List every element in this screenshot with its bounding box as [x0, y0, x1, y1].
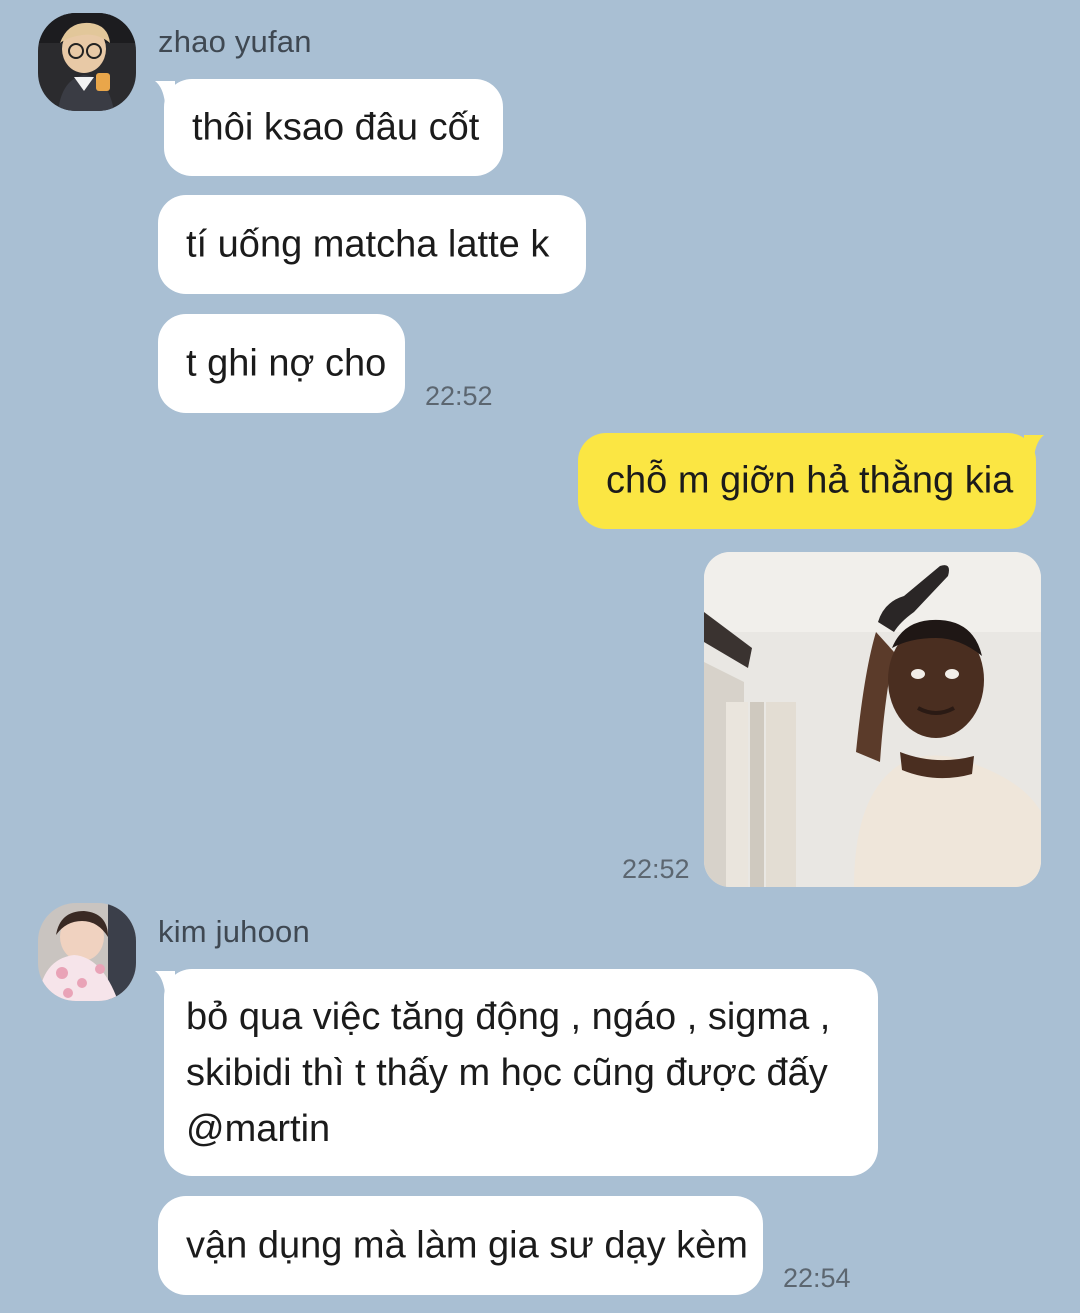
avatar-kim-juhoon[interactable]	[38, 903, 136, 1001]
message-timestamp: 22:54	[783, 1263, 851, 1293]
message-bubble[interactable]: thôi ksao đâu cốt	[155, 79, 503, 176]
message-bubble[interactable]: t ghi nợ cho	[158, 314, 405, 413]
user-avatar-icon	[38, 903, 136, 1001]
message-text-line: bỏ qua việc tăng động , ngáo , sigma ,	[186, 996, 831, 1038]
bubble-tail	[155, 81, 175, 103]
bubble-tail	[1024, 435, 1044, 457]
message-text: thôi ksao đâu cốt	[192, 106, 480, 148]
bubble-tail	[155, 971, 175, 993]
avatar-zhao-yufan[interactable]	[38, 13, 136, 111]
sender-name: zhao yufan	[158, 24, 312, 59]
message-text: tí uống matcha latte k	[186, 223, 550, 265]
message-timestamp: 22:52	[425, 381, 493, 411]
user-avatar-icon	[38, 13, 136, 111]
message-bubble[interactable]: tí uống matcha latte k	[158, 195, 586, 294]
message-text-line: skibidi thì t thấy m học cũng được đấy	[186, 1052, 828, 1094]
message-text: vận dụng mà làm gia sư dạy kèm	[186, 1224, 748, 1266]
message-text: t ghi nợ cho	[186, 342, 387, 384]
message-text-line: @martin	[186, 1108, 331, 1150]
message-bubble[interactable]: bỏ qua việc tăng động , ngáo , sigma , s…	[155, 969, 878, 1176]
sender-name: kim juhoon	[158, 914, 310, 949]
photo-icon	[704, 552, 1041, 887]
message-bubble-outgoing[interactable]: chỗ m giỡn hả thằng kia	[578, 433, 1044, 529]
message-text: chỗ m giỡn hả thằng kia	[606, 459, 1014, 502]
message-bubble[interactable]: vận dụng mà làm gia sư dạy kèm	[158, 1196, 763, 1295]
photo-attachment[interactable]	[704, 552, 1041, 887]
message-timestamp: 22:52	[622, 854, 690, 884]
